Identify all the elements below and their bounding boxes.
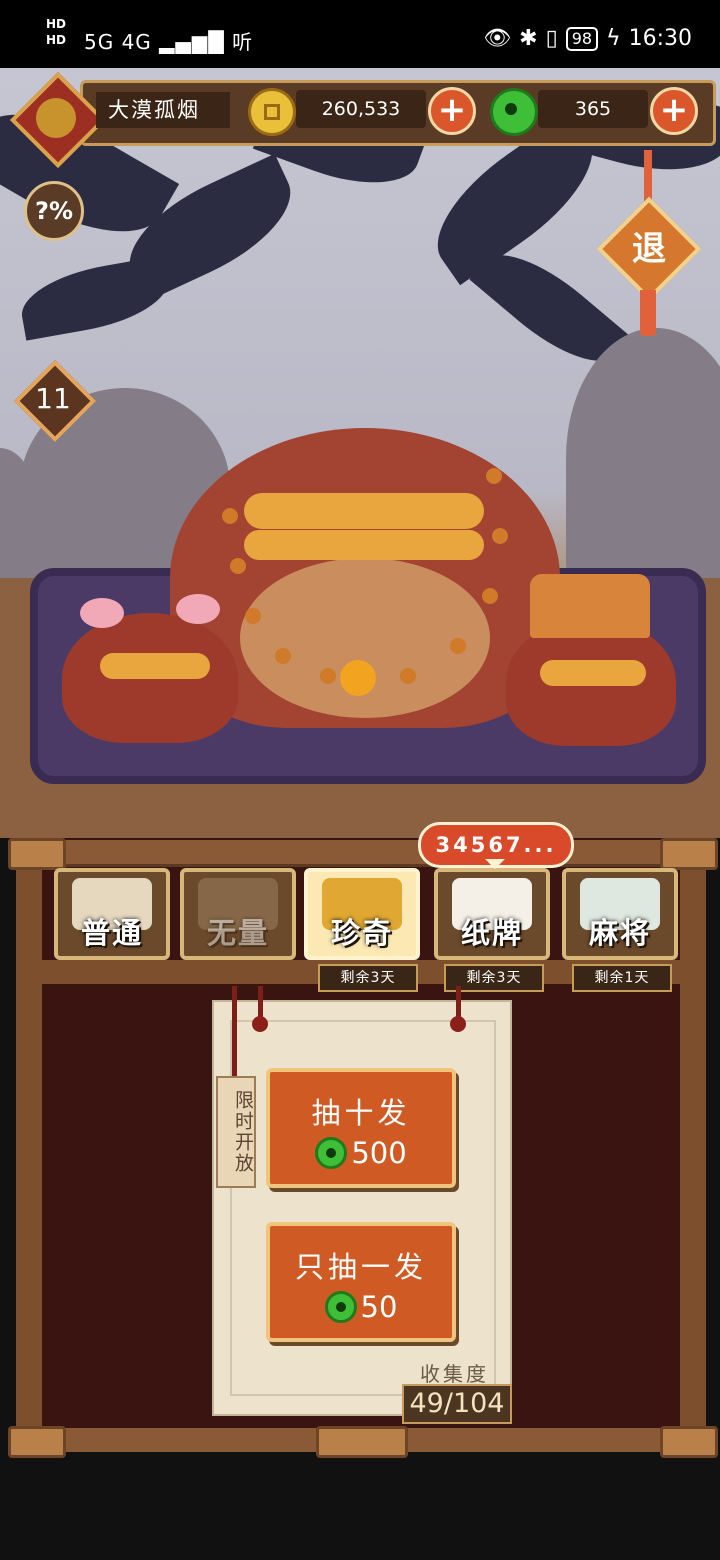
frame-cap-center	[316, 1426, 408, 1458]
jade-coin-icon	[324, 1291, 357, 1323]
flower-icon	[80, 598, 124, 628]
tab-label: 珍奇	[330, 916, 393, 950]
bead-icon	[222, 508, 238, 524]
tab-wuliang[interactable]: 无量	[180, 868, 296, 960]
gold-coin-icon	[248, 88, 296, 136]
signal-icon: ▂▄▆█	[159, 30, 225, 54]
bead-icon	[486, 468, 502, 484]
avatar-toad-icon	[36, 98, 76, 138]
scroll-knob	[450, 1016, 466, 1032]
hanging-string	[258, 986, 263, 1020]
scroll-knob	[252, 1016, 268, 1032]
draw-one-cost: 50	[270, 1290, 452, 1324]
jade-coin-icon	[490, 88, 538, 136]
frame-cap	[660, 1426, 718, 1458]
bead-icon	[230, 558, 246, 574]
tab-label: 麻将	[588, 916, 651, 950]
level-number: 11	[35, 382, 71, 415]
bead-icon	[450, 638, 466, 654]
draw-ten-cost: 500	[270, 1136, 452, 1170]
battery-indicator: 98	[565, 26, 599, 51]
collection-count[interactable]: 49/104	[402, 1384, 512, 1424]
sim1-hd: HD	[46, 17, 67, 31]
small-toad-left-lip	[100, 653, 210, 679]
status-right: 👁 ✱ ▯ 98 ϟ 16:30	[483, 26, 692, 51]
panel-frame-left	[16, 860, 42, 1440]
leaf-shape	[15, 255, 175, 341]
sim2-hd: HD	[46, 33, 67, 47]
vibrate-icon: ▯	[545, 26, 558, 51]
draw-ten-price: 500	[351, 1136, 407, 1170]
bead-icon	[245, 608, 261, 624]
player-name: 大漠孤烟	[96, 92, 230, 128]
tab-mahjong[interactable]: 麻将	[562, 868, 678, 960]
add-jade-button[interactable]: +	[650, 87, 698, 135]
bluetooth-icon: ✱	[519, 26, 538, 51]
bead-icon	[275, 648, 291, 664]
exit-button[interactable]: 退	[596, 196, 702, 302]
frame-cap	[660, 838, 718, 870]
gold-pendant-icon	[340, 660, 376, 696]
tassel-icon	[640, 290, 656, 336]
tab-normal[interactable]: 普通	[54, 868, 170, 960]
tab-label: 无量	[206, 916, 269, 950]
exit-label: 退	[632, 229, 666, 269]
tab-mahjong-timer: 剩余1天	[572, 964, 672, 992]
bead-icon	[492, 528, 508, 544]
panel-frame-right	[680, 860, 706, 1440]
draw-scroll	[212, 1000, 512, 1416]
draw-ten-button[interactable]: 抽十发 500	[266, 1068, 456, 1188]
level-badge[interactable]: 11	[13, 359, 97, 443]
jade-amount: 365	[538, 90, 648, 128]
status-bar: HD HD 5G 4G ▂▄▆█ 听 👁 ✱ ▯ 98 ϟ 16:30	[0, 0, 720, 68]
charging-icon: ϟ	[606, 26, 621, 51]
collection-label: 收集度	[420, 1362, 489, 1386]
exit-ornament: 退	[596, 150, 702, 340]
network-label: 5G 4G	[84, 30, 152, 54]
flower-icon	[176, 594, 220, 624]
big-toad-upper-lip	[244, 493, 484, 529]
frame-cap	[8, 838, 66, 870]
limited-time-tag: 限时开放	[216, 1076, 256, 1188]
sim-indicators: HD HD	[46, 16, 66, 48]
panel-frame-top	[10, 840, 710, 867]
hanging-string	[456, 986, 461, 1020]
cards-speech-bubble: 34567...	[418, 822, 574, 869]
small-toad-right-lip	[540, 660, 646, 686]
draw-ten-title: 抽十发	[311, 1096, 411, 1130]
bead-icon	[482, 588, 498, 604]
tab-label: 普通	[80, 916, 143, 950]
jade-coin-icon	[315, 1137, 348, 1169]
gold-amount: 260,533	[296, 90, 426, 128]
big-toad-lower-lip	[244, 530, 484, 560]
frame-cap	[8, 1426, 66, 1458]
network-indicator: 5G 4G ▂▄▆█ 听	[84, 26, 253, 55]
tab-rare-timer: 剩余3天	[318, 964, 418, 992]
clock: 16:30	[628, 26, 692, 51]
bead-icon	[320, 668, 336, 684]
draw-one-price: 50	[360, 1290, 398, 1324]
bead-icon	[400, 668, 416, 684]
listen-label: 听	[232, 30, 254, 54]
eye-icon: 👁	[483, 26, 512, 51]
draw-one-title: 只抽一发	[294, 1250, 427, 1284]
probability-help-button[interactable]: ?%	[24, 181, 84, 241]
tiger-hat-icon	[530, 574, 650, 638]
hanging-string	[232, 986, 237, 1082]
tab-rare[interactable]: 珍奇	[304, 868, 420, 960]
background-toad-right	[566, 328, 720, 588]
draw-one-button[interactable]: 只抽一发 50	[266, 1222, 456, 1342]
player-avatar[interactable]	[9, 71, 107, 169]
add-gold-button[interactable]: +	[428, 87, 476, 135]
tab-label: 纸牌	[460, 916, 523, 950]
tab-cards[interactable]: 纸牌	[434, 868, 550, 960]
